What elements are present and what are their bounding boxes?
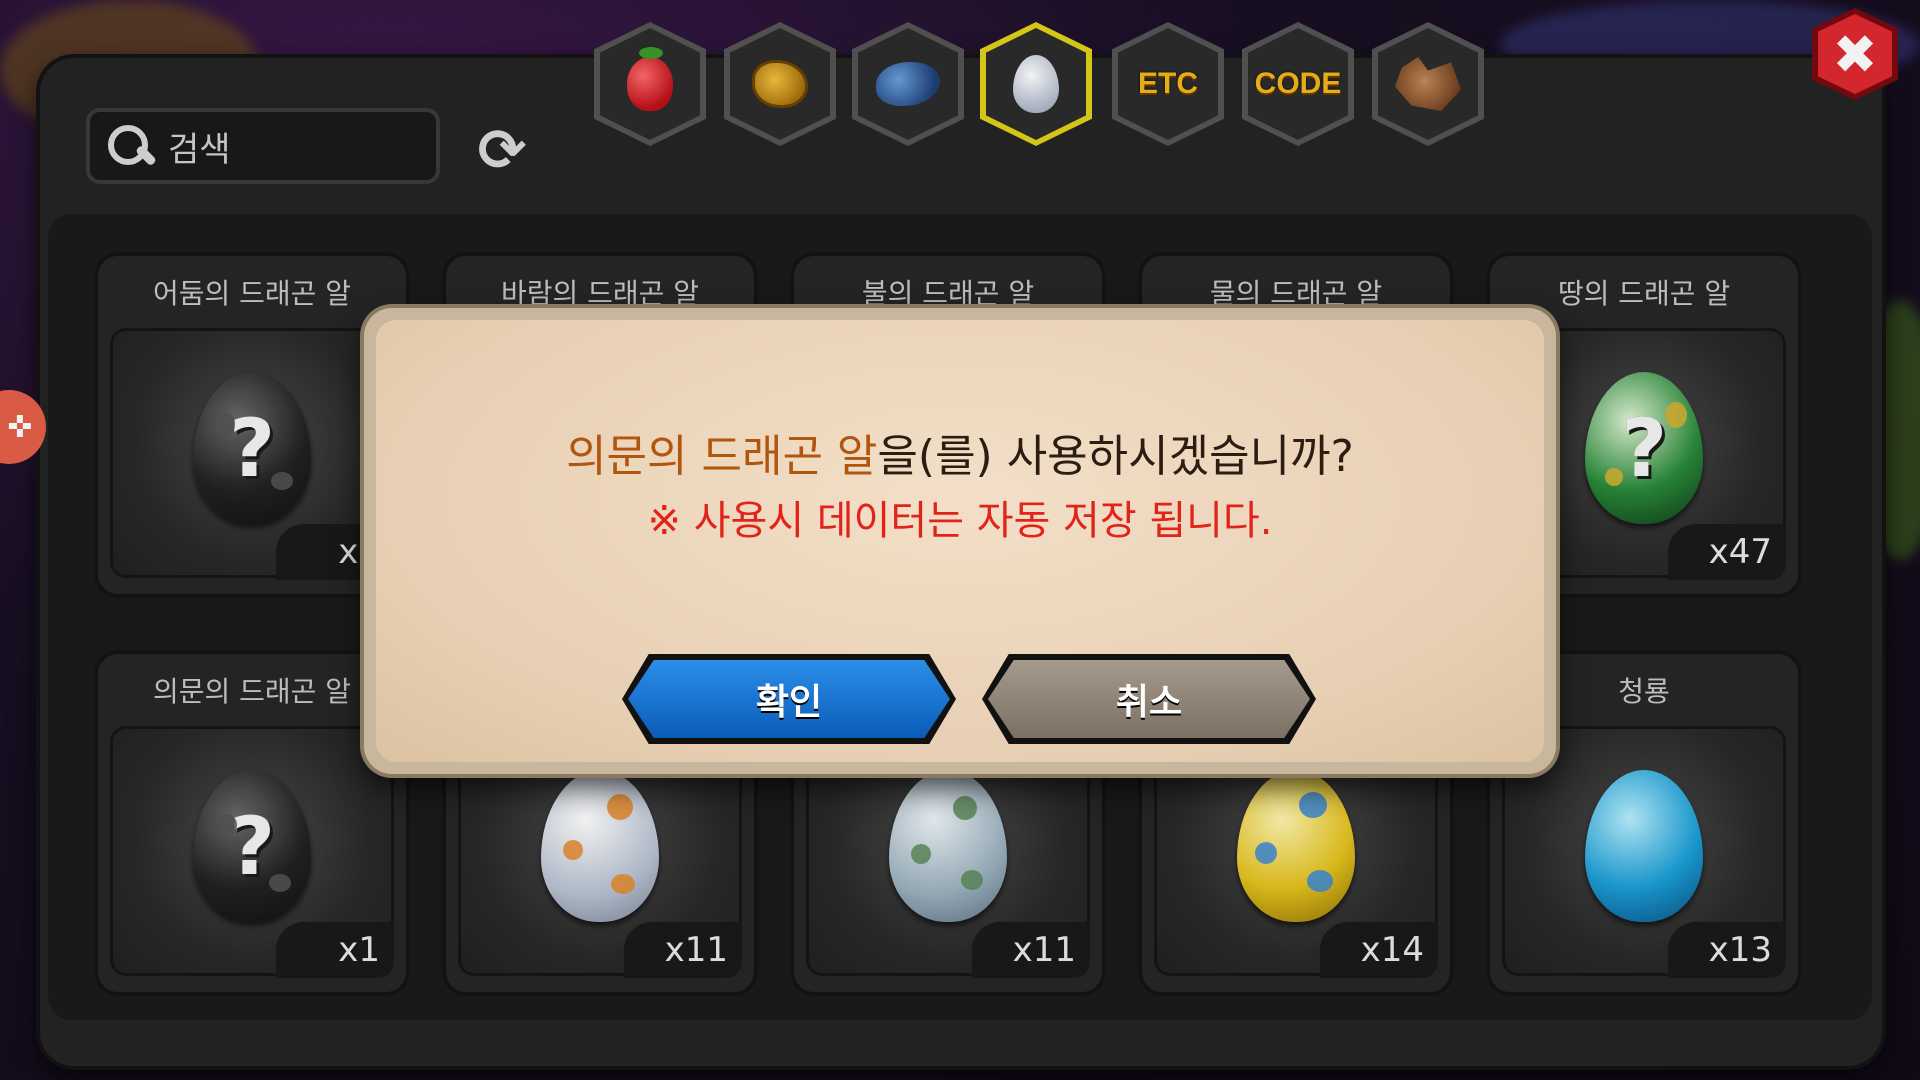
cancel-button-label: 취소	[988, 660, 1310, 738]
dialog-message: 의문의 드래곤 알을(를) 사용하시겠습니까?	[376, 420, 1544, 484]
dialog-message-question: 을(를) 사용하시겠습니까?	[877, 431, 1354, 482]
dialog-message-item: 의문의 드래곤 알	[566, 431, 878, 482]
dialog-body: 의문의 드래곤 알을(를) 사용하시겠습니까? ※ 사용시 데이터는 자동 저장…	[376, 320, 1544, 762]
confirm-button[interactable]: 확인	[622, 654, 956, 744]
confirm-dialog: 의문의 드래곤 알을(를) 사용하시겠습니까? ※ 사용시 데이터는 자동 저장…	[364, 308, 1556, 774]
cancel-button[interactable]: 취소	[982, 654, 1316, 744]
dialog-warning: ※ 사용시 데이터는 자동 저장 됩니다.	[647, 498, 1273, 544]
confirm-button-label: 확인	[628, 660, 950, 738]
